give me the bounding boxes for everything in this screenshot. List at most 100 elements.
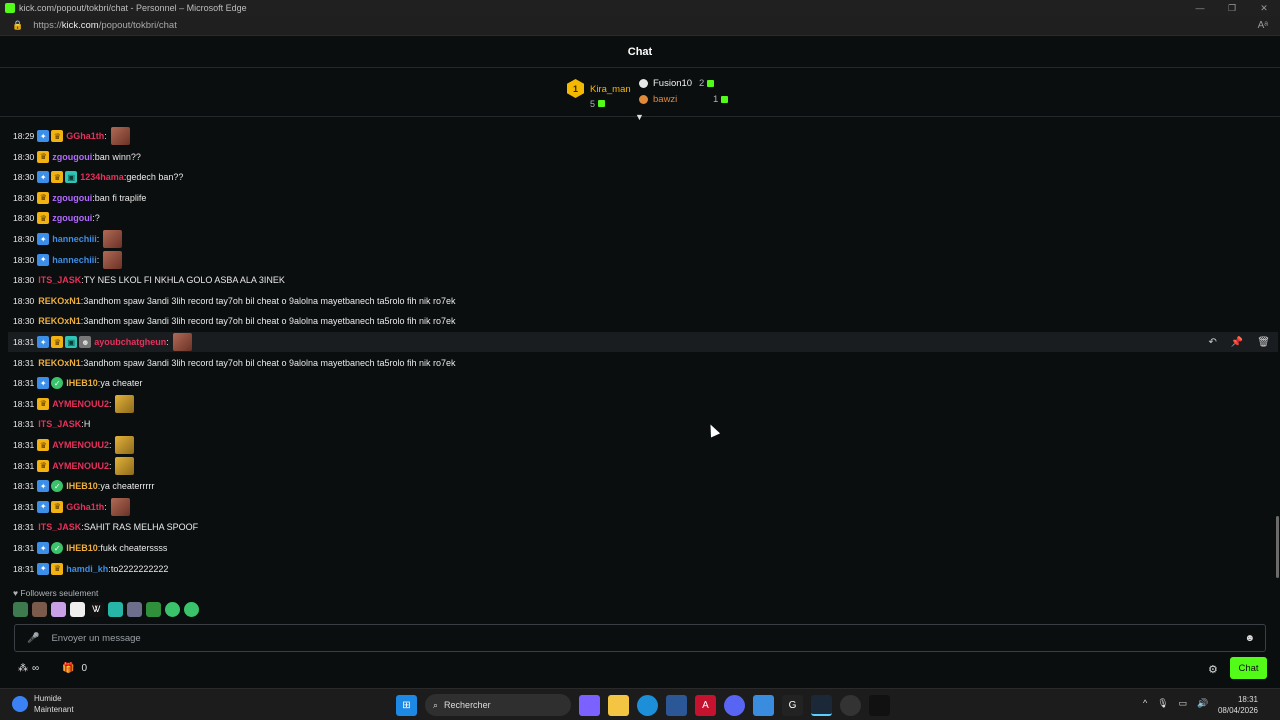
chat-message[interactable]: 18:31 ✦ ♛ hamdi_kh: to2222222222 xyxy=(8,559,1278,579)
emote-ghost-icon[interactable] xyxy=(51,602,66,617)
delete-icon[interactable]: 🗑 xyxy=(1257,337,1270,348)
edge-icon[interactable] xyxy=(637,694,658,716)
gold-badge-icon[interactable]: ♛ xyxy=(37,150,50,163)
emote-image-icon[interactable] xyxy=(110,127,130,145)
photos-icon[interactable] xyxy=(753,694,774,716)
chat-message[interactable]: 18:31 ✦ ✓ IHEB10: fukk cheaterssss xyxy=(8,538,1278,558)
message-username[interactable]: hannechiii xyxy=(52,234,97,244)
restore-icon[interactable]: ❐ xyxy=(1216,0,1248,16)
gift-counter[interactable]: 🎁 0 xyxy=(62,663,87,674)
gold-badge-icon[interactable]: ♛ xyxy=(51,130,64,142)
chat-message-input[interactable] xyxy=(51,632,1202,644)
app-mask-icon[interactable] xyxy=(869,694,890,716)
leaderboard-third[interactable]: bawzi 1 xyxy=(639,91,729,107)
blue-badge-icon[interactable]: ✦ xyxy=(37,480,50,493)
emote-pepe-icon[interactable] xyxy=(13,602,28,617)
chat-message[interactable]: 18:30 ♛ zgougoui: ban winn?? xyxy=(8,147,1278,167)
minimize-icon[interactable]: — xyxy=(1184,0,1216,16)
blue-badge-icon[interactable]: ✦ xyxy=(37,562,50,575)
gold-badge-icon[interactable]: ♛ xyxy=(37,212,50,225)
message-username[interactable]: ITS_JASK xyxy=(38,419,81,429)
gold-badge-icon[interactable]: ♛ xyxy=(37,397,50,410)
adobe-icon[interactable]: A xyxy=(695,694,716,716)
chat-settings-icon[interactable]: ⚙ xyxy=(1208,663,1218,676)
message-username[interactable]: ITS_JASK xyxy=(38,522,81,532)
message-username[interactable]: REKOxN1 xyxy=(38,358,81,368)
blue-badge-icon[interactable]: ✦ xyxy=(37,336,50,348)
chat-message[interactable]: 18:29 ✦ ♛ GGha1th: xyxy=(8,126,1278,146)
gold-badge-icon[interactable]: ♛ xyxy=(51,500,64,513)
blue-badge-icon[interactable]: ✦ xyxy=(37,542,50,554)
chat-message[interactable]: 18:31 ♛ AYMENOUU2: xyxy=(8,435,1278,455)
chat-message[interactable]: 18:31 ✦ ✓ IHEB10: ya cheaterrrrr xyxy=(8,476,1278,496)
chevron-up-icon[interactable]: ^ xyxy=(1143,698,1147,709)
store-icon[interactable] xyxy=(666,694,687,716)
copilot-icon[interactable] xyxy=(579,694,600,716)
gold-badge-icon[interactable]: ♛ xyxy=(51,336,64,348)
message-username[interactable]: zgougoui xyxy=(52,213,92,223)
blue-badge-icon[interactable]: ✦ xyxy=(37,377,50,390)
channel-points[interactable]: ⁂ ∞ xyxy=(18,663,39,674)
message-username[interactable]: AYMENOUU2 xyxy=(52,440,109,450)
message-username[interactable]: zgougoui xyxy=(52,152,92,162)
gold-badge-icon[interactable]: ♛ xyxy=(37,439,50,451)
message-username[interactable]: ayoubchatgheun xyxy=(94,337,166,347)
chat-message[interactable]: 18:30 ✦ ♛ ▣ 1234hama: gedech ban?? xyxy=(8,167,1278,187)
message-username[interactable]: IHEB10 xyxy=(66,543,98,553)
chat-message[interactable]: 18:31 ✦ ♛ GGha1th: xyxy=(8,497,1278,517)
blue-badge-icon[interactable]: ✦ xyxy=(37,500,50,513)
weather-widget[interactable]: Humide Maintenant xyxy=(12,693,74,715)
chat-message[interactable]: 18:31 ITS_JASK: H xyxy=(8,414,1278,434)
address-bar[interactable]: 🔒 https://kick.com/popout/tokbri/chat Aᵃ xyxy=(0,16,1280,36)
emote-image-icon[interactable] xyxy=(115,456,135,475)
gold-badge-icon[interactable]: ♛ xyxy=(37,459,50,472)
emote-image-icon[interactable] xyxy=(172,333,192,351)
emote-dance-icon[interactable] xyxy=(108,602,123,617)
green-badge-icon[interactable]: ✓ xyxy=(51,480,64,493)
emote-laugh-icon[interactable] xyxy=(184,602,199,617)
emote-image-icon[interactable] xyxy=(115,436,135,454)
taskbar-clock[interactable]: 18:31 08/04/2026 xyxy=(1218,694,1258,716)
emote-tk-icon[interactable]: Ꮤ xyxy=(89,602,104,617)
chat-message[interactable]: 18:30 ✦ hannechiii: xyxy=(8,229,1278,249)
blue-badge-icon[interactable]: ✦ xyxy=(37,233,50,245)
chat-message[interactable]: 18:30 ITS_JASK: TY NES LKOL FI NKHLA GOLO… xyxy=(8,270,1278,290)
message-username[interactable]: ITS_JASK xyxy=(38,275,81,285)
green-badge-icon[interactable]: ✓ xyxy=(51,542,64,554)
teal-badge-icon[interactable]: ▣ xyxy=(65,336,78,348)
blue-badge-icon[interactable]: ✦ xyxy=(37,130,50,142)
message-username[interactable]: IHEB10 xyxy=(66,378,98,388)
chat-message[interactable]: 18:31 ✦ ♛ ▣ ☻ ayoubchatgheun: ↶ 📌 🗑 xyxy=(8,332,1278,352)
reply-icon[interactable]: ↶ xyxy=(1208,337,1216,348)
file-explorer-icon[interactable] xyxy=(608,694,629,716)
chat-message[interactable]: 18:31 REKOxN1: 3andhom spaw 3andi 3lih re… xyxy=(8,353,1278,373)
gold-badge-icon[interactable]: ♛ xyxy=(37,191,50,204)
steam-icon[interactable] xyxy=(811,694,832,716)
message-username[interactable]: AYMENOUU2 xyxy=(52,461,109,471)
message-username[interactable]: REKOxN1 xyxy=(38,296,81,306)
emote-face-icon[interactable] xyxy=(32,602,47,617)
green-badge-icon[interactable]: ✓ xyxy=(51,377,64,390)
chat-message[interactable]: 18:30 ♛ zgougoui: ? xyxy=(8,208,1278,228)
message-username[interactable]: 1234hama xyxy=(80,172,124,182)
message-username[interactable]: zgougoui xyxy=(52,193,92,203)
microphone-icon[interactable]: 🎤 xyxy=(27,633,39,644)
send-chat-button[interactable]: Chat xyxy=(1230,657,1267,679)
message-username[interactable]: GGha1th xyxy=(66,131,104,141)
chat-message[interactable]: 18:31 ♛ AYMENOUU2: xyxy=(8,456,1278,476)
message-username[interactable]: IHEB10 xyxy=(66,481,98,491)
chat-message[interactable]: 18:31 ✦ ✓ IHEB10: ya cheater xyxy=(8,373,1278,393)
app-g-icon[interactable]: G xyxy=(782,694,803,716)
pin-icon[interactable]: 📌 xyxy=(1231,337,1243,348)
chat-message[interactable]: 18:30 REKOxN1: 3andhom spaw 3andi 3lih re… xyxy=(8,311,1278,331)
message-username[interactable]: REKOxN1 xyxy=(38,316,81,326)
emote-rock-icon[interactable] xyxy=(127,602,142,617)
message-username[interactable]: AYMENOUU2 xyxy=(52,399,109,409)
blue-badge-icon[interactable]: ✦ xyxy=(37,171,50,184)
read-aloud-icon[interactable]: Aᵃ xyxy=(1258,20,1268,31)
close-icon[interactable]: ✕ xyxy=(1248,0,1280,16)
collapse-leaderboard-icon[interactable]: ▼ xyxy=(635,112,644,122)
taskbar-search[interactable]: ⌕ Rechercher xyxy=(425,694,571,716)
windows-start-icon[interactable]: ⊞ xyxy=(396,694,417,716)
chat-message[interactable]: 18:30 REKOxN1: 3andhom spaw 3andi 3lih re… xyxy=(8,291,1278,311)
